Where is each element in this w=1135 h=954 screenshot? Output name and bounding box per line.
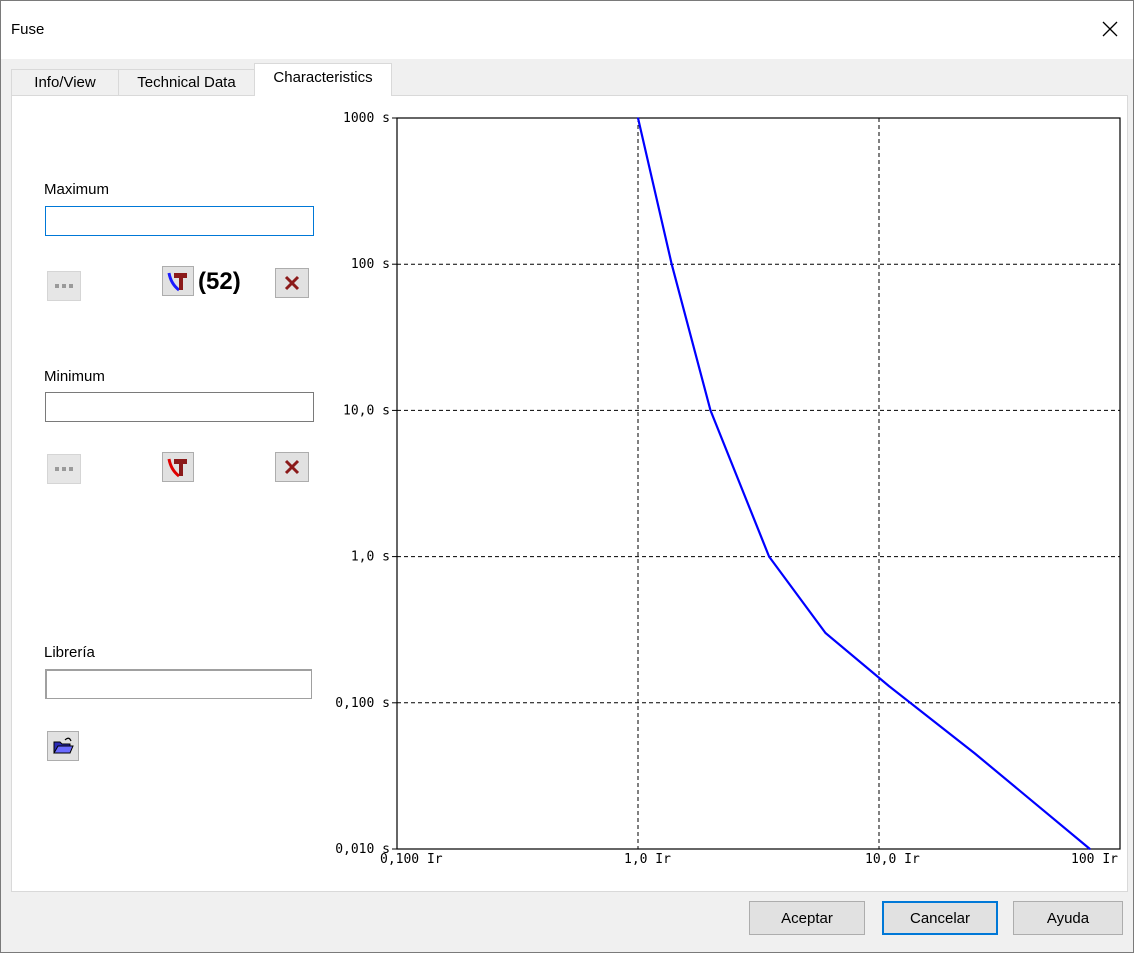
maximum-browse-button[interactable] (47, 271, 81, 301)
cancel-button[interactable]: Cancelar (882, 901, 998, 935)
open-folder-icon (53, 737, 74, 754)
curve-point (824, 632, 827, 634)
accept-button[interactable]: Aceptar (749, 901, 865, 935)
y-tick-label: 0,100 s (335, 696, 390, 711)
maximum-label: Maximum (44, 181, 110, 198)
library-input[interactable] (45, 669, 312, 699)
maximum-curve-count: (52) (198, 268, 241, 295)
y-tick-label: 100 s (351, 257, 390, 272)
x-tick-label: 10,0 Ir (865, 852, 920, 867)
curve-point (709, 409, 712, 412)
tab-technical-data[interactable]: Technical Data (118, 69, 255, 95)
characteristic-curve (636, 117, 1091, 850)
delete-x-icon (284, 275, 300, 291)
minimum-input[interactable] (45, 392, 314, 422)
maximum-input[interactable] (45, 206, 314, 236)
library-label: Librería (44, 644, 95, 661)
x-tick-label: 100 Ir (1071, 852, 1118, 867)
y-tick-label: 1,0 s (351, 550, 390, 565)
tab-info-view[interactable]: Info/View (11, 69, 119, 95)
tab-characteristics[interactable]: Characteristics (254, 63, 392, 96)
x-tick-label: 0,100 Ir (380, 852, 443, 867)
curve-point (670, 263, 673, 265)
minimum-curve-button[interactable] (162, 452, 194, 482)
y-tick-label: 1000 s (343, 111, 390, 126)
characteristics-panel: Maximum (52) Minimum Librería 0,010 s 0,… (11, 95, 1128, 892)
close-icon (1102, 21, 1118, 37)
fuse-dialog: Fuse Info/View Technical Data Characteri… (0, 0, 1134, 953)
minimum-label: Minimum (44, 368, 105, 385)
x-tick-label: 1,0 Ir (624, 852, 671, 867)
curve-point (974, 752, 976, 755)
maximum-delete-button[interactable] (275, 268, 309, 298)
maximum-curve-button[interactable] (162, 266, 194, 296)
ellipsis-icon (55, 467, 73, 471)
tripping-characteristic-chart: 0,010 s 0,100 s 1,0 s 10,0 s 100 s 1000 s 0,10… (320, 110, 1130, 890)
curve-point (888, 685, 890, 687)
y-tick-label: 10,0 s (343, 403, 390, 418)
curve-hammer-icon (167, 458, 187, 478)
open-library-button[interactable] (47, 731, 79, 761)
curve-point (1089, 848, 1091, 850)
minimum-browse-button[interactable] (47, 454, 81, 484)
ellipsis-icon (55, 284, 73, 288)
curve-point (637, 117, 639, 119)
chart-svg: 0,010 s0,100 s1,0 s10,0 s100 s1000 s0,10… (335, 111, 1121, 867)
minimum-delete-button[interactable] (275, 452, 309, 482)
delete-x-icon (284, 459, 300, 475)
curve-point (768, 555, 770, 558)
curve-hammer-icon (167, 272, 187, 292)
title-bar: Fuse (1, 1, 1133, 59)
close-button[interactable] (1087, 9, 1133, 49)
window-title: Fuse (11, 21, 45, 38)
plot-frame (396, 117, 1121, 850)
help-button[interactable]: Ayuda (1013, 901, 1123, 935)
